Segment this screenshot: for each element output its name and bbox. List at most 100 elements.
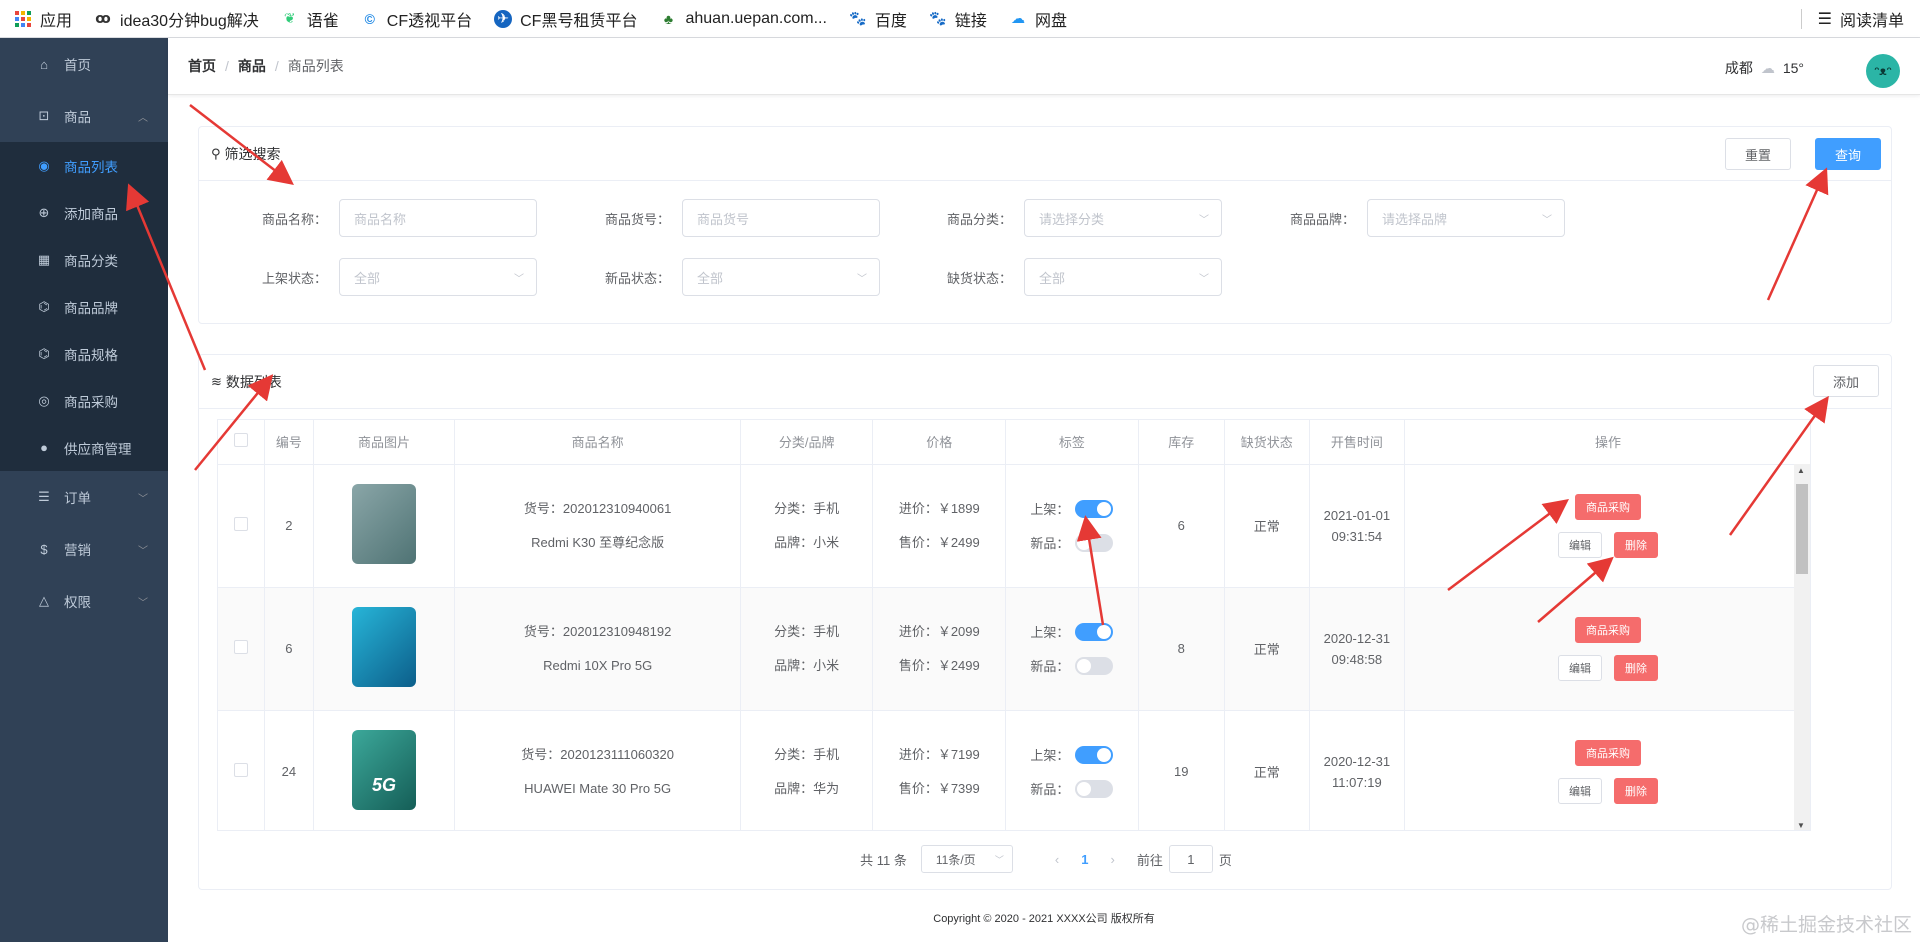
cell-brand: 品牌：华为 (774, 780, 840, 796)
new-switch[interactable] (1075, 656, 1114, 675)
cell-category: 分类：手机 (774, 623, 840, 639)
cell-sale-price: 售价：￥2499 (898, 534, 980, 550)
filter-goods-sn: 商品货号： 商品货号 (582, 199, 880, 237)
table-scrollbar[interactable]: ▲ ▼ (1794, 464, 1810, 830)
query-button[interactable]: 查询 (1815, 138, 1881, 170)
purchase-button[interactable]: 商品采购 (1574, 493, 1641, 520)
weather-city: 成都 (1724, 60, 1753, 76)
bookmark-idea[interactable]: ꝏ idea30分钟bug解决 (94, 7, 259, 31)
delete-button[interactable]: 删除 (1613, 531, 1658, 558)
main-content: 首页 / 商品 / 商品列表 成都 ☁ 15° ᵔᴥᵔ ⚲ 筛选搜索 重置 查询… (168, 38, 1920, 942)
delete-button[interactable]: 删除 (1613, 777, 1658, 804)
cell-sku: 货号：202012310940061 (523, 500, 672, 516)
sidebar-item-category[interactable]: ▦ 商品分类 (0, 236, 168, 283)
brand-select[interactable]: 请选择品牌 ﹀ (1367, 199, 1565, 237)
cell-name: HUAWEI Mate 30 Pro 5G (524, 780, 672, 796)
sidebar-item-marketing[interactable]: $ 营销 ﹀ (0, 523, 168, 575)
sidebar-item-supplier[interactable]: ● 供应商管理 (0, 424, 168, 471)
publish-status-select[interactable]: 全部 ﹀ (339, 258, 537, 296)
baidu-paw-icon: 🐾 (929, 10, 947, 26)
reading-list[interactable]: ☰ 阅读清单 (1800, 0, 1904, 38)
checkbox[interactable] (234, 433, 249, 448)
cell-category: 分类：手机 (774, 500, 840, 516)
add-button[interactable]: 添加 (1813, 365, 1879, 397)
scroll-down-icon[interactable]: ▼ (1797, 821, 1805, 830)
grid-icon: ▦ (37, 251, 51, 267)
scroll-up-icon[interactable]: ▲ (1797, 466, 1805, 475)
sidebar-item-add-goods[interactable]: ⊕ 添加商品 (0, 189, 168, 236)
col-id: 编号 (264, 420, 314, 465)
next-page-icon[interactable]: › (1110, 852, 1114, 867)
bookmark-ahuan[interactable]: ♣ ahuan.uepan.com... (659, 10, 827, 28)
cell-time: 09:31:54 (1331, 528, 1383, 544)
checkbox[interactable] (234, 640, 249, 654)
cell-sku: 货号：2020123111060320 (521, 746, 675, 762)
data-list-card: ≋ 数据列表 添加 编号 商品图片 商品名称 分类/品牌 价格 标签 库存 缺货… (198, 354, 1892, 890)
purchase-icon: ◎ (38, 392, 50, 408)
purchase-button[interactable]: 商品采购 (1574, 739, 1641, 766)
baidu-paw-icon: 🐾 (849, 10, 867, 26)
purchase-button[interactable]: 商品采购 (1574, 616, 1641, 643)
bell-icon: △ (39, 593, 49, 608)
new-status-select[interactable]: 全部 ﹀ (682, 258, 880, 296)
new-switch[interactable] (1075, 533, 1114, 552)
cell-id: 2 (264, 464, 314, 588)
bookmark-cf-rent[interactable]: ✈ CF黑号租赁平台 (494, 7, 637, 31)
category-select[interactable]: 请选择分类 ﹀ (1024, 199, 1222, 237)
sidebar-item-goods[interactable]: ⊡ 商品 ︿ (0, 90, 168, 142)
page-number[interactable]: 1 (1081, 852, 1088, 867)
filter-goods-name: 商品名称： 商品名称 (239, 199, 537, 237)
sidebar-item-orders[interactable]: ☰ 订单 ﹀ (0, 471, 168, 523)
edit-button[interactable]: 编辑 (1557, 777, 1602, 804)
cloud-icon: ☁ (1760, 59, 1775, 76)
page-unit: 页 (1218, 852, 1232, 868)
sidebar-item-permission[interactable]: △ 权限 ﹀ (0, 575, 168, 627)
chevron-down-icon: ﹀ (514, 273, 524, 285)
bookmark-apps[interactable]: 应用 (14, 7, 72, 31)
tree-icon: ♣ (663, 10, 674, 27)
weather: 成都 ☁ 15° (1725, 58, 1804, 78)
bookmark-cf[interactable]: © CF透视平台 (361, 7, 473, 31)
cell-name: Redmi 10X Pro 5G (543, 657, 653, 673)
checkbox[interactable] (234, 517, 249, 531)
edit-button[interactable]: 编辑 (1557, 531, 1602, 558)
chevron-down-icon: ﹀ (857, 273, 867, 285)
bookmark-yuque[interactable]: ❦ 语雀 (281, 7, 339, 31)
page-size-select[interactable]: 11条/页 ﹀ (920, 845, 1013, 873)
bookmark-cloud[interactable]: ☁ 网盘 (1009, 7, 1067, 31)
new-switch[interactable] (1075, 779, 1114, 798)
publish-switch[interactable] (1075, 622, 1114, 641)
sidebar-item-purchase[interactable]: ◎ 商品采购 (0, 377, 168, 424)
prev-page-icon[interactable]: ‹ (1055, 852, 1059, 867)
sidebar-item-spec[interactable]: ⌬ 商品规格 (0, 330, 168, 377)
navbar: 首页 / 商品 / 商品列表 成都 ☁ 15° ᵔᴥᵔ (168, 38, 1920, 95)
sidebar-item-goods-list[interactable]: ◉ 商品列表 (0, 142, 168, 189)
edit-button[interactable]: 编辑 (1557, 654, 1602, 681)
breadcrumb: 首页 / 商品 / 商品列表 (188, 56, 344, 76)
reading-list-icon: ☰ (1817, 11, 1832, 28)
stock-status-select[interactable]: 全部 ﹀ (1024, 258, 1222, 296)
reset-button[interactable]: 重置 (1725, 138, 1791, 170)
goto-page-input[interactable]: 1 (1168, 845, 1213, 873)
avatar[interactable]: ᵔᴥᵔ (1866, 54, 1900, 88)
sidebar-item-brand[interactable]: ⌬ 商品品牌 (0, 283, 168, 330)
scrollbar-thumb[interactable] (1796, 484, 1808, 574)
cf-rent-icon: ✈ (494, 9, 513, 28)
select-all[interactable] (218, 420, 266, 465)
goods-name-input[interactable]: 商品名称 (339, 199, 537, 237)
sidebar-item-home[interactable]: ⌂ 首页 (0, 38, 168, 90)
database-icon: ≋ (211, 373, 222, 389)
bookmark-link[interactable]: 🐾 链接 (929, 7, 987, 31)
filter-stock-status: 缺货状态： 全部 ﹀ (924, 258, 1222, 296)
checkbox[interactable] (234, 763, 249, 777)
filter-title: 筛选搜索 (224, 145, 281, 162)
goods-sn-input[interactable]: 商品货号 (682, 199, 880, 237)
breadcrumb-home[interactable]: 首页 (188, 56, 216, 76)
publish-switch[interactable] (1075, 499, 1114, 518)
bookmark-baidu[interactable]: 🐾 百度 (849, 7, 907, 31)
breadcrumb-separator: / (274, 58, 279, 74)
delete-button[interactable]: 删除 (1613, 654, 1658, 681)
publish-switch[interactable] (1075, 745, 1114, 764)
breadcrumb-goods[interactable]: 商品 (238, 56, 266, 76)
col-stock: 库存 (1138, 420, 1225, 465)
